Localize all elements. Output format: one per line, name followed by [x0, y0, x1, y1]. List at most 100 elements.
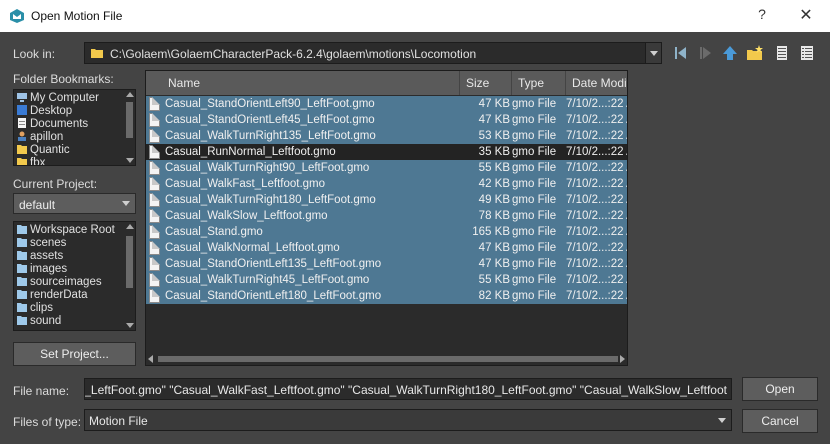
forward-icon[interactable]: [697, 44, 715, 62]
bookmarks-list[interactable]: My Computer Desktop Documents apillon Qu…: [13, 89, 136, 166]
bookmark-documents[interactable]: Documents: [17, 118, 88, 131]
detail-view-icon[interactable]: [798, 44, 816, 62]
table-row[interactable]: Casual_StandOrientLeft180_LeftFoot.gmo 82…: [146, 288, 628, 304]
new-folder-icon[interactable]: [746, 44, 764, 62]
file-type-dropdown-button[interactable]: [713, 410, 731, 430]
project-tree[interactable]: Workspace Root scenes assets images sour…: [13, 221, 136, 331]
cell-size: 49 KB: [478, 194, 510, 206]
file-list-header: Name Size Type Date Modifi: [146, 71, 627, 95]
folder-icon: [17, 145, 27, 154]
bookmark-apillon[interactable]: apillon: [17, 131, 63, 144]
scroll-thumb[interactable]: [126, 236, 133, 288]
file-type-select[interactable]: Motion File: [84, 409, 732, 431]
cell-type: gmo File: [512, 242, 557, 254]
folder-icon: [17, 264, 27, 273]
project-item[interactable]: clips: [17, 302, 53, 315]
column-date-header[interactable]: Date Modifi: [566, 71, 627, 95]
close-button[interactable]: ✕: [795, 5, 817, 27]
bookmark-fbx[interactable]: fbx: [17, 157, 45, 165]
project-item-label: Workspace Root: [30, 224, 115, 236]
project-item[interactable]: assets: [17, 250, 63, 263]
back-icon[interactable]: [672, 44, 690, 62]
cell-name: Casual_WalkTurnRight90_LeftFoot.gmo: [165, 162, 370, 174]
bookmark-my-computer[interactable]: My Computer: [17, 92, 99, 105]
set-project-button[interactable]: Set Project...: [13, 342, 136, 366]
bookmark-quantic[interactable]: Quantic: [17, 144, 70, 157]
scroll-down-icon[interactable]: [126, 323, 134, 328]
file-icon: [149, 193, 160, 207]
open-button[interactable]: Open: [742, 377, 818, 401]
user-icon: [18, 131, 26, 141]
cell-date: 7/10/2...:22 A: [566, 146, 628, 158]
project-item[interactable]: sound: [17, 315, 61, 328]
column-size-header[interactable]: Size: [460, 71, 512, 95]
project-item[interactable]: scenes: [17, 237, 66, 250]
cell-size: 55 KB: [478, 162, 510, 174]
file-list[interactable]: Name Size Type Date Modifi Casual_StandO…: [145, 70, 628, 366]
folder-icon: [17, 158, 27, 165]
cancel-button[interactable]: Cancel: [742, 409, 818, 433]
file-icon: [149, 177, 160, 191]
look-in-path: C:\Golaem\GolaemCharacterPack-6.2.4\gola…: [110, 47, 477, 61]
cell-name: Casual_WalkTurnRight180_LeftFoot.gmo: [165, 194, 376, 206]
look-in-dropdown-button[interactable]: [645, 43, 661, 63]
documents-icon: [18, 118, 26, 128]
list-view-icon[interactable]: [773, 44, 791, 62]
chevron-down-icon: [650, 51, 658, 56]
scroll-up-icon[interactable]: [126, 224, 134, 229]
file-name-input[interactable]: ight90_LeftFoot.gmo" "Casual_WalkFast_Le…: [84, 378, 732, 400]
project-tree-scrollbar[interactable]: [124, 222, 135, 330]
table-row[interactable]: Casual_WalkNormal_Leftfoot.gmo 47 KB gmo F…: [146, 240, 627, 256]
column-name-header[interactable]: Name: [162, 71, 460, 95]
table-row[interactable]: Casual_WalkTurnRight45_LeftFoot.gmo 55 KB…: [146, 272, 627, 288]
table-row[interactable]: Casual_StandOrientLeft45_LeftFoot.gmo 47 …: [146, 112, 627, 128]
column-type-header[interactable]: Type: [512, 71, 566, 95]
project-item[interactable]: Workspace Root: [17, 224, 115, 237]
project-item[interactable]: images: [17, 263, 67, 276]
project-select[interactable]: default: [13, 193, 136, 214]
table-row[interactable]: Casual_Stand.gmo 165 KB gmo File 7/10/2...:…: [146, 224, 627, 240]
project-dropdown-button[interactable]: [117, 194, 135, 213]
title-bar: Open Motion File ? ✕: [0, 0, 830, 32]
scroll-up-icon[interactable]: [126, 92, 134, 97]
project-item[interactable]: renderData: [17, 289, 88, 302]
cell-name: Casual_WalkTurnRight135_LeftFoot.gmo: [165, 130, 376, 142]
cell-date: 7/10/2...:22 A: [566, 290, 628, 302]
help-button[interactable]: ?: [752, 6, 772, 26]
file-list-hscrollbar[interactable]: [146, 353, 627, 365]
bookmarks-scrollbar[interactable]: [124, 90, 135, 165]
up-folder-icon[interactable]: [721, 44, 739, 62]
computer-icon: [17, 93, 27, 102]
file-icon: [149, 241, 160, 255]
cell-name: Casual_StandOrientLeft180_LeftFoot.gmo: [165, 290, 382, 302]
table-row[interactable]: Casual_StandOrientLeft135_LeftFoot.gmo 47…: [146, 256, 627, 272]
project-item-label: assets: [30, 250, 64, 262]
scroll-thumb[interactable]: [126, 102, 133, 138]
scroll-left-icon[interactable]: [148, 355, 153, 363]
table-row[interactable]: Casual_WalkTurnRight135_LeftFoot.gmo 53 K…: [146, 128, 627, 144]
table-row[interactable]: Casual_StandOrientLeft90_LeftFoot.gmo 47 …: [146, 96, 627, 112]
scroll-down-icon[interactable]: [126, 158, 134, 163]
look-in-combo[interactable]: C:\Golaem\GolaemCharacterPack-6.2.4\gola…: [84, 42, 662, 64]
table-row[interactable]: Casual_WalkTurnRight180_LeftFoot.gmo 49 K…: [146, 192, 627, 208]
file-icon: [149, 161, 160, 175]
bookmark-desktop[interactable]: Desktop: [17, 105, 72, 118]
table-row[interactable]: Casual_WalkTurnRight90_LeftFoot.gmo 55 KB…: [146, 160, 627, 176]
project-value: default: [19, 198, 56, 212]
cell-size: 82 KB: [478, 290, 510, 302]
table-row[interactable]: Casual_WalkSlow_Leftfoot.gmo 78 KB gmo Fil…: [146, 208, 627, 224]
bookmark-label: My Computer: [30, 92, 100, 104]
chevron-down-icon: [122, 201, 130, 206]
table-row[interactable]: Casual_WalkFast_Leftfoot.gmo 42 KB gmo Fil…: [146, 176, 627, 192]
file-icon: [149, 97, 160, 111]
cell-size: 47 KB: [478, 242, 510, 254]
cell-size: 35 KB: [478, 146, 510, 158]
file-icon: [149, 289, 160, 303]
scroll-thumb[interactable]: [158, 356, 618, 362]
cell-name: Casual_RunNormal_Leftfoot.gmo: [165, 146, 336, 158]
cell-type: gmo File: [512, 146, 557, 158]
cell-type: gmo File: [512, 162, 557, 174]
table-row[interactable]: Casual_RunNormal_Leftfoot.gmo 35 KB gmo Fi…: [146, 144, 628, 160]
project-item[interactable]: sourceimages: [17, 276, 102, 289]
scroll-right-icon[interactable]: [620, 355, 625, 363]
